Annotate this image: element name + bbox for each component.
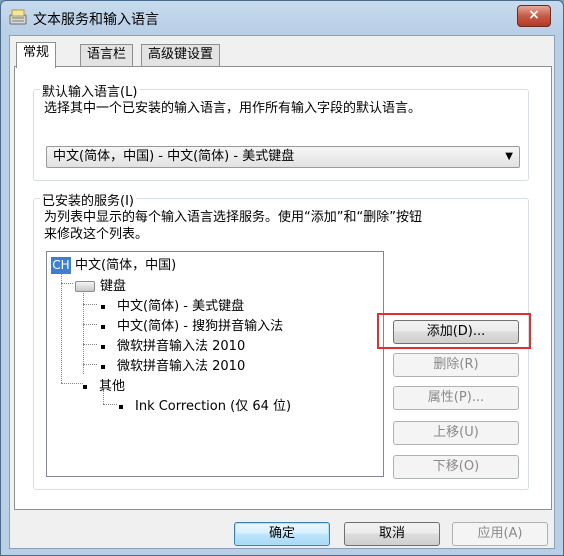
- tab-label: 高级键设置: [148, 47, 214, 62]
- tree-item-label: Ink Correction (仅 64 位): [135, 399, 292, 414]
- tree-connector: [83, 304, 97, 305]
- tab-panel-general: 默认输入语言(L) 选择其中一个已安装的输入语言，用作所有输入字段的默认语言。 …: [14, 66, 552, 510]
- tab-language-bar[interactable]: 语言栏: [80, 44, 134, 66]
- tree-language-label: 中文(简体，中国): [75, 258, 177, 273]
- apply-button[interactable]: 应用(A): [452, 522, 548, 546]
- remove-button-label: 删除(R): [433, 357, 479, 372]
- move-down-button-label: 下移(O): [432, 459, 480, 474]
- installed-services-group: 已安装的服务(I) 为列表中显示的每个输入语言选择服务。使用“添加”和“删除”按…: [33, 190, 531, 490]
- tab-general[interactable]: 常规: [16, 42, 57, 68]
- tree-keyboard-item[interactable]: 中文(简体) - 美式键盘: [101, 295, 244, 314]
- chinese-language-icon: CH: [51, 257, 71, 274]
- tree-item-label: 中文(简体) - 美式键盘: [117, 299, 245, 314]
- tree-item-label: 中文(简体) - 搜狗拼音输入法: [117, 319, 284, 334]
- tree-keyboard-group-label: 键盘: [100, 279, 127, 294]
- ok-button-label: 确定: [268, 526, 295, 541]
- dropdown-arrow-icon: ▼: [505, 151, 513, 162]
- default-language-description: 选择其中一个已安装的输入语言，用作所有输入字段的默认语言。: [44, 101, 422, 116]
- tree-item-label: 微软拼音输入法 2010: [117, 339, 246, 354]
- cancel-button[interactable]: 取消: [344, 522, 440, 546]
- bullet-icon: [101, 364, 105, 369]
- tree-other-group[interactable]: 其他: [83, 375, 125, 394]
- add-button[interactable]: 添加(D)...: [393, 320, 519, 344]
- installed-services-description-line1: 为列表中显示的每个输入语言选择服务。使用“添加”和“删除”按钮: [44, 210, 422, 225]
- title-bar[interactable]: 文本服务和输入语言 ×: [1, 1, 563, 35]
- apply-button-label: 应用(A): [477, 526, 523, 541]
- services-tree[interactable]: CH 中文(简体，中国) 键盘 中文(简体) - 美式键盘 中文(简体) - 搜狗…: [46, 251, 384, 477]
- default-language-group: 默认输入语言(L) 选择其中一个已安装的输入语言，用作所有输入字段的默认语言。 …: [33, 81, 529, 181]
- tree-connector: [103, 404, 117, 405]
- properties-button[interactable]: 属性(P)...: [393, 386, 519, 410]
- dialog-window: 文本服务和输入语言 × 常规 语言栏 高级键设置 默认输入语言(L) 选择其中一…: [0, 0, 564, 556]
- tree-keyboard-item[interactable]: 微软拼音输入法 2010: [101, 335, 245, 354]
- ok-button[interactable]: 确定: [234, 522, 330, 546]
- dialog-client-area: 常规 语言栏 高级键设置 默认输入语言(L) 选择其中一个已安装的输入语言，用作…: [9, 35, 555, 549]
- tree-other-item[interactable]: Ink Correction (仅 64 位): [119, 395, 291, 414]
- tab-advanced-key-settings[interactable]: 高级键设置: [141, 44, 221, 66]
- window-title: 文本服务和输入语言: [33, 12, 159, 28]
- default-language-group-title: 默认输入语言(L): [40, 81, 140, 100]
- tree-connector: [83, 364, 97, 365]
- remove-button[interactable]: 删除(R): [393, 353, 519, 377]
- close-icon: ×: [528, 7, 540, 23]
- tree-keyboard-item[interactable]: 微软拼音输入法 2010: [101, 355, 245, 374]
- tree-connector: [61, 271, 62, 383]
- move-up-button-label: 上移(U): [433, 425, 479, 440]
- bullet-icon: [119, 404, 123, 409]
- move-down-button[interactable]: 下移(O): [393, 455, 519, 479]
- bullet-icon: [83, 384, 87, 389]
- default-language-dropdown[interactable]: 中文(简体，中国) - 中文(简体) - 美式键盘 ▼: [46, 146, 520, 168]
- tree-keyboard-group[interactable]: 键盘: [75, 275, 126, 294]
- bullet-icon: [101, 304, 105, 309]
- installed-services-description-line2: 来修改这个列表。: [44, 227, 149, 242]
- tree-connector: [83, 324, 97, 325]
- tab-label: 语言栏: [87, 47, 127, 62]
- bullet-icon: [101, 344, 105, 349]
- cancel-button-label: 取消: [378, 526, 405, 541]
- installed-services-group-title: 已安装的服务(I): [40, 190, 136, 209]
- keyboard-settings-icon: [9, 9, 27, 25]
- tree-connector: [83, 344, 97, 345]
- bullet-icon: [101, 324, 105, 329]
- tree-keyboard-item[interactable]: 中文(简体) - 搜狗拼音输入法: [101, 315, 283, 334]
- keyboard-icon: [75, 281, 95, 292]
- tree-item-label: 微软拼音输入法 2010: [117, 359, 246, 374]
- move-up-button[interactable]: 上移(U): [393, 421, 519, 445]
- add-button-label: 添加(D)...: [426, 324, 486, 339]
- tree-connector: [83, 290, 84, 374]
- tree-language-node[interactable]: CH 中文(简体，中国): [51, 254, 176, 274]
- close-button[interactable]: ×: [517, 5, 551, 27]
- tree-connector: [61, 383, 83, 384]
- tree-other-group-label: 其他: [99, 379, 126, 394]
- default-language-selected: 中文(简体，中国) - 中文(简体) - 美式键盘: [53, 149, 295, 164]
- properties-button-label: 属性(P)...: [427, 390, 485, 405]
- tab-label: 常规: [23, 45, 50, 60]
- tree-connector: [61, 283, 73, 284]
